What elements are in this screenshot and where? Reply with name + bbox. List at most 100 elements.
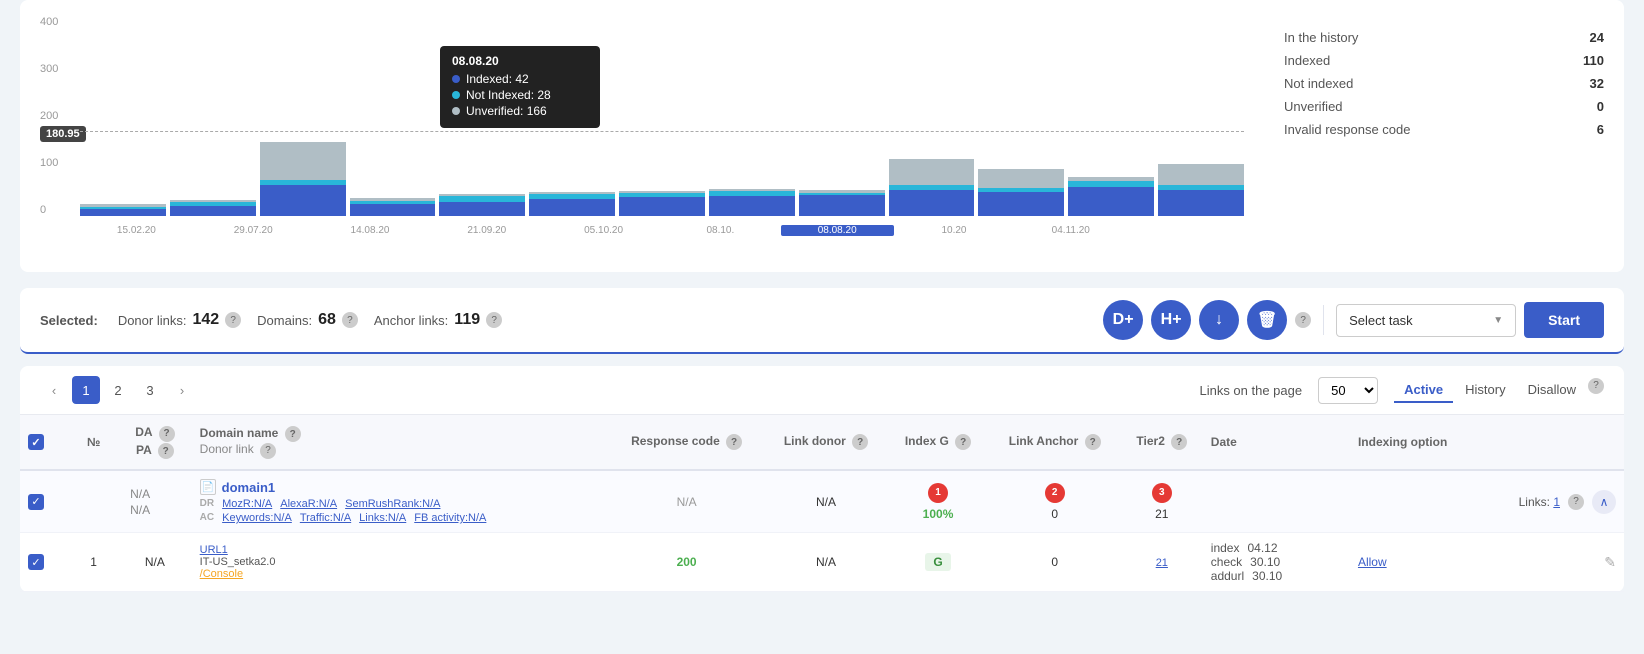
invalid-label: Invalid response code bbox=[1284, 122, 1410, 137]
toolbar-help-icon[interactable]: ? bbox=[1295, 312, 1311, 328]
keywords-link[interactable]: Keywords:N/A bbox=[222, 512, 292, 524]
view-tabs-help-icon[interactable]: ? bbox=[1588, 378, 1604, 394]
donor-links-value: 142 bbox=[192, 311, 219, 329]
dr-row: DR MozR:N/A AlexaR:N/A SemRushRank:N/A bbox=[200, 498, 601, 510]
donor-link-help-icon[interactable]: ? bbox=[260, 443, 276, 459]
anchor-links-help-icon[interactable]: ? bbox=[486, 312, 502, 328]
bar-group bbox=[80, 16, 166, 216]
links-on-page-label: Links on the page bbox=[1199, 383, 1302, 398]
start-button[interactable]: Start bbox=[1524, 302, 1604, 338]
x-label: 14.08.20 bbox=[314, 225, 427, 236]
td-actions-url: ✎ bbox=[1497, 533, 1624, 592]
table-row: ✓ N/A N/A bbox=[20, 470, 1624, 533]
bar-group bbox=[709, 16, 795, 216]
da-help-icon[interactable]: ? bbox=[159, 426, 175, 442]
td-index-g-url: G bbox=[888, 533, 989, 592]
bar-group bbox=[978, 16, 1064, 216]
donor-links-help-icon[interactable]: ? bbox=[225, 312, 241, 328]
y-label-400: 400 bbox=[40, 16, 58, 28]
th-num: № bbox=[69, 415, 118, 470]
select-task-dropdown[interactable]: Select task ▼ bbox=[1336, 304, 1516, 337]
th-domain: Domain name ? Donor link ? bbox=[192, 415, 609, 470]
th-response: Response code ? bbox=[609, 415, 765, 470]
allow-link[interactable]: Allow bbox=[1358, 555, 1387, 569]
row-num: 1 bbox=[90, 555, 97, 569]
traffic-link[interactable]: Traffic:N/A bbox=[300, 512, 351, 524]
tooltip-unverified: Unverified: 166 bbox=[452, 104, 588, 118]
domains-help-icon[interactable]: ? bbox=[342, 312, 358, 328]
domain-name-text[interactable]: domain1 bbox=[222, 480, 275, 495]
bar-unverified-seg bbox=[978, 169, 1064, 188]
not-indexed-label: Not indexed bbox=[1284, 76, 1353, 91]
page-size-select[interactable]: 50 100 200 bbox=[1318, 377, 1378, 404]
tab-disallow[interactable]: Disallow bbox=[1518, 378, 1586, 403]
doc-icon: 📄 bbox=[200, 479, 216, 495]
chart-area: 400 300 200 100 0 180.95 bbox=[40, 16, 1604, 256]
h-plus-button[interactable]: H+ bbox=[1151, 300, 1191, 340]
tier2-help-icon[interactable]: ? bbox=[1171, 434, 1187, 450]
chart-left: 400 300 200 100 0 180.95 bbox=[40, 16, 1244, 256]
link-donor-url-value: N/A bbox=[816, 555, 836, 569]
bar-stack bbox=[619, 191, 705, 216]
page-2-button[interactable]: 2 bbox=[104, 376, 132, 404]
links-link[interactable]: 1 bbox=[1553, 495, 1560, 509]
bar-indexed-seg bbox=[889, 190, 975, 216]
mozr-link[interactable]: MozR:N/A bbox=[222, 498, 272, 510]
url-sub[interactable]: /Console bbox=[200, 568, 601, 580]
x-label: 04.11.20 bbox=[1014, 225, 1127, 236]
index-g-help-icon[interactable]: ? bbox=[955, 434, 971, 450]
table-section: ‹ 1 2 3 › Links on the page 50 100 200 A… bbox=[20, 366, 1624, 592]
bar-unverified-seg bbox=[1158, 164, 1244, 185]
td-link-anchor-url: 0 bbox=[989, 533, 1121, 592]
tier2-url-value[interactable]: 21 bbox=[1156, 557, 1168, 569]
pa-help-icon[interactable]: ? bbox=[158, 443, 174, 459]
next-page-button[interactable]: › bbox=[168, 376, 196, 404]
edit-icon[interactable]: ✎ bbox=[1604, 554, 1616, 570]
bar-indexed-seg bbox=[170, 206, 256, 216]
semrush-link[interactable]: SemRushRank:N/A bbox=[345, 498, 440, 510]
bar-stack bbox=[889, 159, 975, 216]
bars-area bbox=[80, 16, 1244, 216]
links-link[interactable]: Links:N/A bbox=[359, 512, 406, 524]
bar-stack bbox=[80, 204, 166, 216]
td-link-donor-domain: N/A bbox=[764, 470, 887, 533]
row-checkbox-domain[interactable]: ✓ bbox=[28, 494, 44, 510]
index-g-badge-g: G bbox=[925, 553, 950, 571]
tab-active[interactable]: Active bbox=[1394, 378, 1453, 403]
bar-indexed-seg bbox=[1068, 187, 1154, 216]
link-donor-help-icon[interactable]: ? bbox=[852, 434, 868, 450]
d-plus-button[interactable]: D+ bbox=[1103, 300, 1143, 340]
select-all-checkbox[interactable]: ✓ bbox=[28, 434, 44, 450]
chevron-down-icon: ▼ bbox=[1493, 315, 1503, 326]
domain-name-row: 📄 domain1 bbox=[200, 479, 601, 495]
page-3-button[interactable]: 3 bbox=[136, 376, 164, 404]
x-label: 05.10.20 bbox=[547, 225, 660, 236]
page-right: Links on the page 50 100 200 Active Hist… bbox=[1199, 377, 1604, 404]
alexar-link[interactable]: AlexaR:N/A bbox=[280, 498, 337, 510]
td-link-anchor-domain: 2 0 bbox=[989, 470, 1121, 533]
download-button[interactable]: ↓ bbox=[1199, 300, 1239, 340]
bar-indexed-seg bbox=[350, 204, 436, 216]
tab-history[interactable]: History bbox=[1455, 378, 1515, 403]
fb-link[interactable]: FB activity:N/A bbox=[414, 512, 486, 524]
links-help-icon[interactable]: ? bbox=[1568, 494, 1584, 510]
page-1-button[interactable]: 1 bbox=[72, 376, 100, 404]
td-num-domain bbox=[69, 470, 118, 533]
domain-help-icon[interactable]: ? bbox=[285, 426, 301, 442]
row-checkbox-url[interactable]: ✓ bbox=[28, 554, 44, 570]
indexed-value: 110 bbox=[1583, 53, 1604, 68]
url-detail: IT-US_setka2.0 bbox=[200, 556, 601, 568]
url-name[interactable]: URL1 bbox=[200, 544, 601, 556]
response-help-icon[interactable]: ? bbox=[726, 434, 742, 450]
delete-button[interactable]: 🗑 bbox=[1247, 300, 1287, 340]
x-label: 15.02.20 bbox=[80, 225, 193, 236]
bar-indexed-seg bbox=[260, 185, 346, 216]
tooltip-date: 08.08.20 bbox=[452, 54, 588, 68]
td-actions-domain: Links: 1 ? ∧ bbox=[1497, 470, 1624, 533]
index-pct: 100% bbox=[923, 507, 954, 521]
da-pa-block: N/A N/A bbox=[126, 487, 184, 517]
prev-page-button[interactable]: ‹ bbox=[40, 376, 68, 404]
expand-row-button[interactable]: ∧ bbox=[1592, 490, 1616, 514]
th-link-anchor: Link Anchor ? bbox=[989, 415, 1121, 470]
link-anchor-help-icon[interactable]: ? bbox=[1085, 434, 1101, 450]
